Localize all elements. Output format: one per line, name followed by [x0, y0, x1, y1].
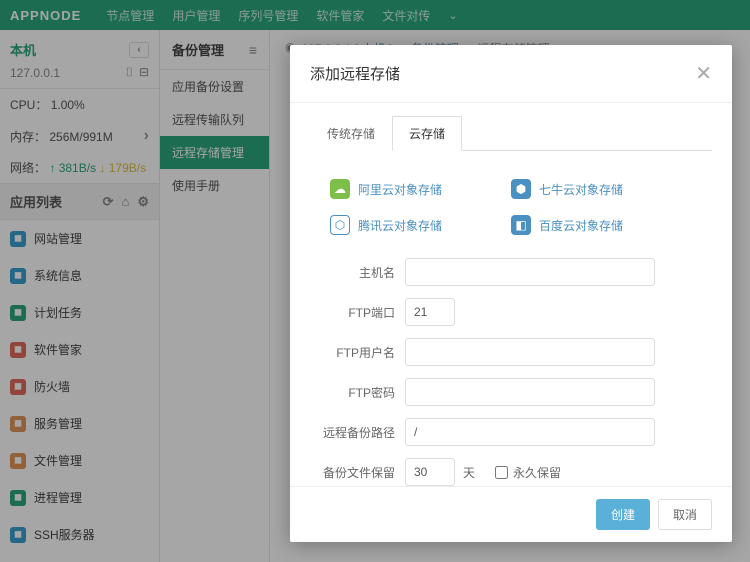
create-button[interactable]: 创建 [596, 499, 650, 530]
storage-option-1[interactable]: ⬢ 七牛云对象存储 [511, 171, 692, 207]
storage-icon: ☁ [330, 179, 350, 199]
storage-label: 腾讯云对象存储 [358, 217, 442, 234]
ftp-user-label: FTP用户名 [310, 344, 405, 361]
storage-icon: ◧ [511, 215, 531, 235]
retain-input[interactable] [405, 458, 455, 486]
remote-path-label: 远程备份路径 [310, 424, 405, 441]
ftp-user-input[interactable] [405, 338, 655, 366]
storage-icon: ⬢ [511, 179, 531, 199]
retain-unit: 天 [463, 464, 475, 481]
storage-label: 七牛云对象存储 [539, 181, 623, 198]
add-remote-storage-modal: 添加远程存储 ✕ 传统存储 云存储 ☁ 阿里云对象存储 ⬢ 七牛云对象存储 ⬡ 腾讯云对象… [290, 45, 732, 542]
cancel-button[interactable]: 取消 [658, 499, 712, 530]
storage-option-2[interactable]: ⬡ 腾讯云对象存储 [330, 207, 511, 243]
storage-option-0[interactable]: ☁ 阿里云对象存储 [330, 171, 511, 207]
storage-icon: ⬡ [330, 215, 350, 235]
host-input[interactable] [405, 258, 655, 286]
remote-path-input[interactable] [405, 418, 655, 446]
retain-label: 备份文件保留 [310, 464, 405, 481]
tab-traditional-storage[interactable]: 传统存储 [310, 116, 392, 151]
forever-checkbox[interactable]: 永久保留 [495, 464, 561, 481]
ftp-pass-label: FTP密码 [310, 384, 405, 401]
tab-cloud-storage[interactable]: 云存储 [392, 116, 462, 151]
modal-title: 添加远程存储 [310, 63, 400, 84]
forever-checkbox-input[interactable] [495, 466, 508, 479]
storage-option-3[interactable]: ◧ 百度云对象存储 [511, 207, 692, 243]
forever-label: 永久保留 [513, 464, 561, 481]
storage-label: 阿里云对象存储 [358, 181, 442, 198]
storage-type-tabs: 传统存储 云存储 [310, 115, 712, 151]
storage-label: 百度云对象存储 [539, 217, 623, 234]
ftp-pass-input[interactable] [405, 378, 655, 406]
modal-close-icon[interactable]: ✕ [695, 61, 712, 86]
ftp-port-input[interactable] [405, 298, 455, 326]
host-label: 主机名 [310, 264, 405, 281]
ftp-port-label: FTP端口 [310, 304, 405, 321]
